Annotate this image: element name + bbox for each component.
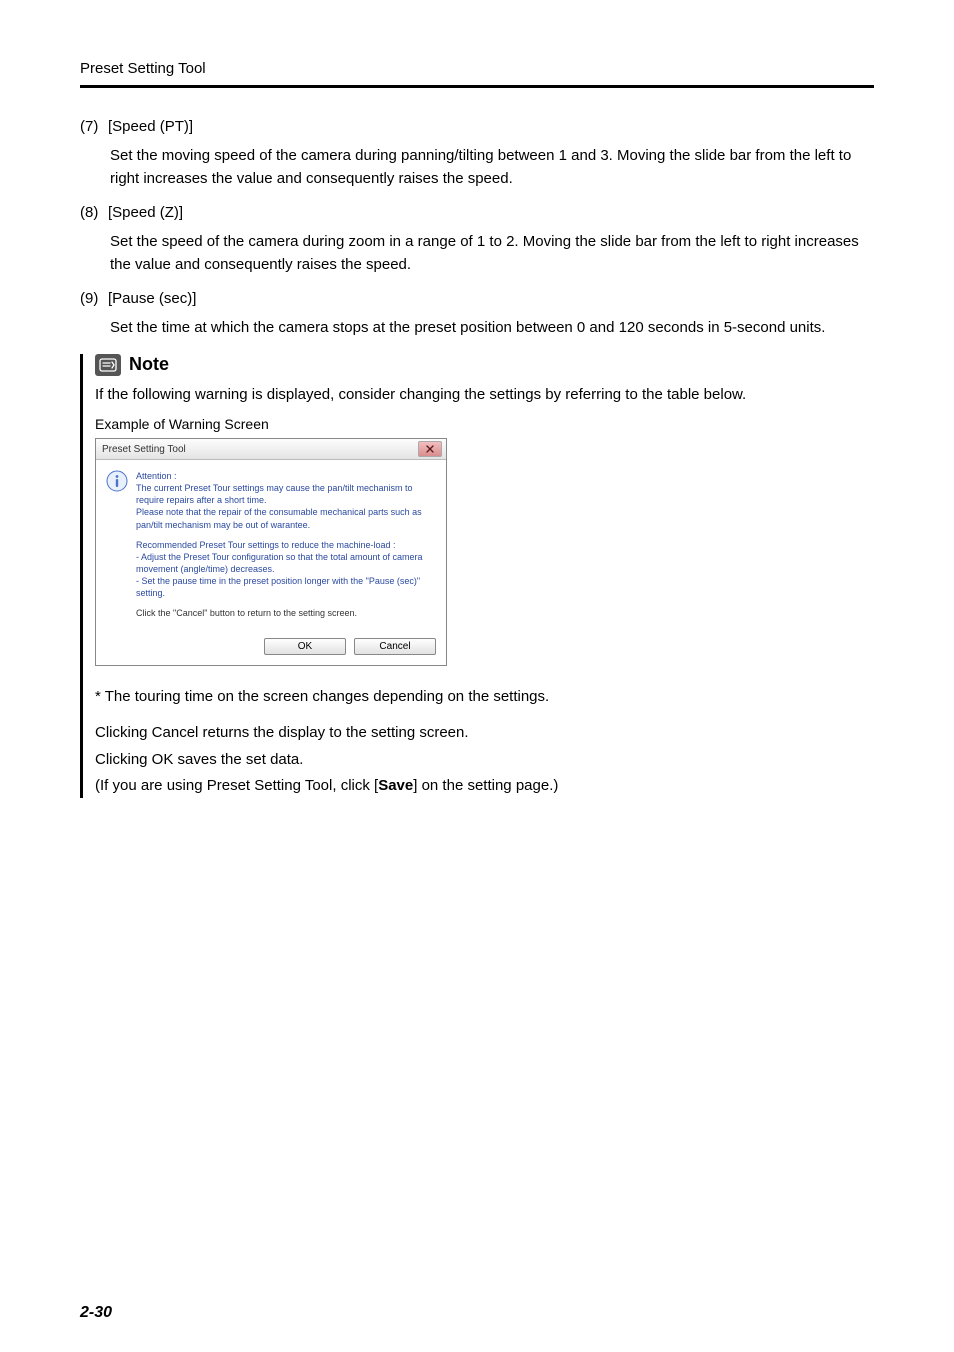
item-7: (7) [Speed (PT)]	[80, 118, 874, 135]
dialog-p1a: The current Preset Tour settings may cau…	[136, 483, 412, 505]
dialog-title: Preset Setting Tool	[102, 444, 186, 455]
note-line3-b: Save	[378, 777, 413, 794]
note-line3: (If you are using Preset Setting Tool, c…	[95, 775, 874, 798]
note-line3-c: ] on the setting page.)	[413, 777, 558, 794]
dialog-text: Attention : The current Preset Tour sett…	[136, 470, 436, 628]
item-9-label: [Pause (sec)]	[108, 290, 196, 307]
item-8-label: [Speed (Z)]	[108, 204, 183, 221]
note-heading: Note	[95, 354, 874, 376]
note-line2: Clicking OK saves the set data.	[95, 749, 874, 772]
item-8: (8) [Speed (Z)]	[80, 204, 874, 221]
note-after-dialog: * The touring time on the screen changes…	[95, 686, 874, 798]
item-8-paragraph: Set the speed of the camera during zoom …	[110, 231, 874, 276]
info-icon	[106, 470, 128, 492]
dialog-p2b: - Adjust the Preset Tour configuration s…	[136, 552, 423, 574]
example-label: Example of Warning Screen	[95, 416, 874, 432]
item-7-number: (7)	[80, 118, 108, 135]
item-7-paragraph: Set the moving speed of the camera durin…	[110, 145, 874, 190]
page-number: 2-30	[80, 1304, 112, 1322]
running-head: Preset Setting Tool	[80, 60, 874, 77]
note-footnote: * The touring time on the screen changes…	[95, 686, 874, 709]
page: Preset Setting Tool (7) [Speed (PT)] Set…	[0, 0, 954, 1352]
note-line1: Clicking Cancel returns the display to t…	[95, 722, 874, 745]
item-9-paragraph: Set the time at which the camera stops a…	[110, 317, 874, 340]
dialog-attention: Attention :	[136, 471, 177, 481]
note-line3-a: (If you are using Preset Setting Tool, c…	[95, 777, 378, 794]
dialog-p3: Click the "Cancel" button to return to t…	[136, 607, 436, 619]
dialog-p2c: - Set the pause time in the preset posit…	[136, 576, 420, 598]
cancel-button[interactable]: Cancel	[354, 638, 436, 655]
note-box: Note If the following warning is display…	[80, 354, 874, 798]
item-9: (9) [Pause (sec)]	[80, 290, 874, 307]
dialog-p1b: Please note that the repair of the consu…	[136, 507, 422, 529]
item-7-label: [Speed (PT)]	[108, 118, 193, 135]
item-8-number: (8)	[80, 204, 108, 221]
head-rule	[80, 85, 874, 88]
note-text: If the following warning is displayed, c…	[95, 384, 874, 407]
close-icon[interactable]	[418, 441, 442, 457]
warning-dialog: Preset Setting Tool At	[95, 438, 447, 666]
note-icon	[95, 354, 121, 376]
dialog-p2a: Recommended Preset Tour settings to redu…	[136, 540, 395, 550]
dialog-body: Attention : The current Preset Tour sett…	[96, 460, 446, 632]
note-title: Note	[129, 354, 169, 375]
item-9-number: (9)	[80, 290, 108, 307]
ok-button[interactable]: OK	[264, 638, 346, 655]
dialog-titlebar: Preset Setting Tool	[96, 439, 446, 460]
dialog-buttons: OK Cancel	[96, 632, 446, 665]
